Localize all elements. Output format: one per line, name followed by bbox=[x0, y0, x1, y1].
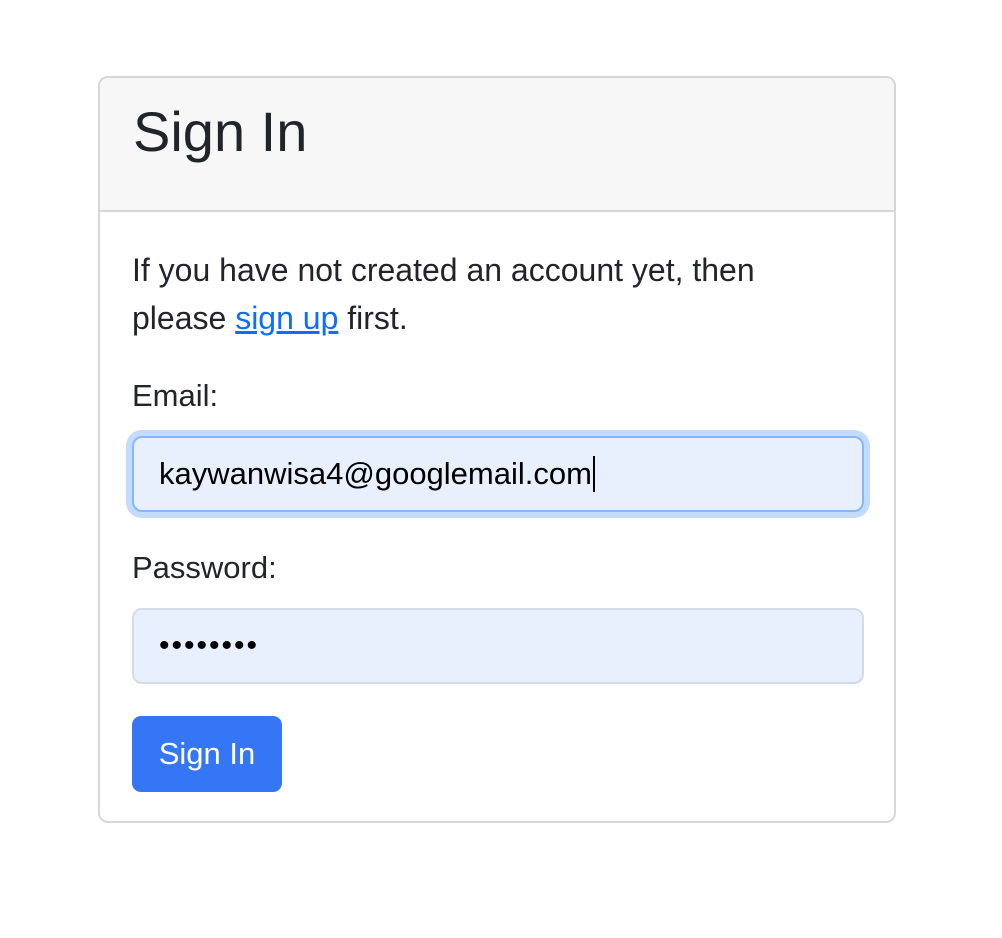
sign-in-card: Sign In If you have not created an accou… bbox=[98, 76, 896, 823]
intro-text-before: If you have not created an account yet, … bbox=[132, 252, 755, 336]
password-value: •••••••• bbox=[159, 629, 260, 662]
sign-up-link[interactable]: sign up bbox=[235, 300, 338, 336]
email-value: kaywanwisa4@googlemail.com bbox=[159, 456, 592, 491]
password-label: Password: bbox=[132, 550, 277, 585]
sign-in-button[interactable]: Sign In bbox=[132, 716, 282, 792]
intro-text-after: first. bbox=[338, 300, 408, 336]
text-caret bbox=[592, 456, 595, 492]
card-header: Sign In bbox=[100, 78, 894, 212]
intro-text: If you have not created an account yet, … bbox=[132, 246, 832, 342]
email-field[interactable]: kaywanwisa4@googlemail.com bbox=[132, 436, 864, 512]
password-field[interactable]: •••••••• bbox=[132, 608, 864, 684]
page-title: Sign In bbox=[133, 100, 308, 163]
email-label: Email: bbox=[132, 378, 219, 413]
